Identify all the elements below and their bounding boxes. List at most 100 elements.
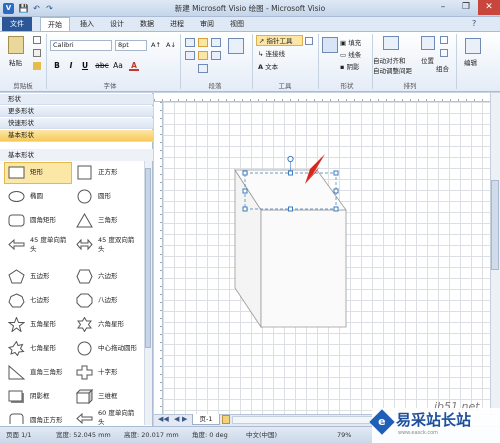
paste-icon[interactable] bbox=[8, 36, 24, 54]
redo-icon[interactable]: ↷ bbox=[44, 3, 55, 14]
stencil-shape-label: 七边形 bbox=[30, 296, 50, 304]
stencil-shape-right-triangle[interactable]: 直角三角形 bbox=[8, 362, 74, 383]
font-name-combo[interactable]: Calibri bbox=[50, 40, 112, 51]
line-button[interactable]: ▭ 线条 bbox=[340, 49, 361, 59]
auto-align-icon[interactable] bbox=[383, 36, 399, 50]
send-backward-icon[interactable] bbox=[440, 49, 448, 57]
stencil-shape-cross[interactable]: 十字形 bbox=[76, 362, 142, 383]
copy-icon[interactable] bbox=[33, 49, 41, 57]
stencil-shape-center-drag-circle[interactable]: 中心拖动圆形 bbox=[76, 338, 142, 359]
stencil-shape-rounded-square[interactable]: 圆角正方形 bbox=[8, 410, 74, 424]
status-zoom[interactable]: 79% bbox=[337, 427, 351, 443]
stencil-shape-7-star[interactable]: 七角星形 bbox=[8, 338, 74, 359]
page-nav-prev-icon[interactable]: ◀ bbox=[174, 415, 179, 423]
group-divider bbox=[46, 34, 47, 89]
stencil-shape-45-single-arrow[interactable]: 45 度单向箭头 bbox=[8, 234, 74, 255]
close-button[interactable]: ✕ bbox=[478, 0, 500, 15]
stencil-shape-label: 中心拖动圆形 bbox=[98, 344, 137, 352]
status-language: 中文(中国) bbox=[246, 431, 278, 439]
stencil-shape-shadow-box[interactable]: 阴影框 bbox=[8, 386, 74, 407]
underline-button[interactable]: U bbox=[80, 61, 90, 71]
stencil-shape-heptagon[interactable]: 七边形 bbox=[8, 290, 74, 311]
bold-button[interactable]: B bbox=[52, 61, 62, 71]
position-label[interactable]: 位置 bbox=[421, 55, 434, 65]
connector-button[interactable]: ↳ 连接线 bbox=[258, 48, 285, 58]
auto-align-label[interactable]: 自动对齐和 bbox=[373, 55, 406, 65]
shrink-font-icon[interactable]: A↓ bbox=[166, 41, 176, 49]
help-icon[interactable]: ? bbox=[472, 19, 476, 28]
tab-review[interactable]: 审阅 bbox=[194, 17, 220, 31]
text-direction-icon[interactable] bbox=[228, 38, 244, 54]
stencil-shape-label: 三角形 bbox=[98, 216, 118, 224]
stencil-shape-circle[interactable]: 圆形 bbox=[76, 186, 142, 207]
horizontal-scrollbar[interactable] bbox=[232, 416, 382, 424]
tab-view[interactable]: 视图 bbox=[224, 17, 250, 31]
stencil-shape-3d-box[interactable]: 三维框 bbox=[76, 386, 142, 407]
tab-home[interactable]: 开始 bbox=[40, 17, 70, 31]
group-button[interactable]: 组合 bbox=[436, 63, 449, 73]
page-nav-next-icon[interactable]: ▶ bbox=[182, 415, 187, 423]
stencil-shape-45-double-arrow[interactable]: 45 度双向箭头 bbox=[76, 234, 142, 255]
tab-data[interactable]: 数据 bbox=[134, 17, 160, 31]
align-center-icon[interactable] bbox=[198, 51, 208, 60]
page-tab[interactable]: 页-1 bbox=[192, 414, 220, 425]
format-painter-icon[interactable] bbox=[33, 62, 41, 70]
status-page[interactable]: 页面 1/1 bbox=[6, 427, 32, 443]
strikethrough-button[interactable]: abc bbox=[95, 61, 109, 71]
bullets-icon[interactable] bbox=[198, 64, 208, 73]
text-tool-button[interactable]: A 文本 bbox=[258, 61, 278, 71]
visio-app-icon[interactable]: V bbox=[3, 3, 14, 14]
font-size-combo[interactable]: 8pt bbox=[115, 40, 147, 51]
align-left-icon[interactable] bbox=[185, 51, 195, 60]
font-color-button[interactable]: A bbox=[129, 61, 139, 71]
fill-button[interactable]: ▣ 填充 bbox=[340, 37, 361, 47]
stencil-shape-6-star[interactable]: 六角星形 bbox=[76, 314, 142, 335]
align-bottom-icon[interactable] bbox=[211, 38, 221, 47]
stencil-shape-octagon[interactable]: 八边形 bbox=[76, 290, 142, 311]
insert-page-icon[interactable] bbox=[222, 415, 230, 424]
stencil-shape-square[interactable]: 正方形 bbox=[76, 162, 142, 183]
position-icon[interactable] bbox=[421, 36, 435, 50]
maximize-button[interactable]: ❐ bbox=[455, 0, 477, 15]
3d-box-shape[interactable] bbox=[234, 168, 347, 329]
align-top-icon[interactable] bbox=[185, 38, 195, 47]
pointer-tool-button[interactable]: ➚ 指针工具 bbox=[256, 35, 303, 46]
align-right-icon[interactable] bbox=[211, 51, 221, 60]
quick-styles-icon[interactable] bbox=[322, 37, 338, 53]
find-icon[interactable] bbox=[465, 38, 481, 54]
stencil-shape-5-star[interactable]: 五角星形 bbox=[8, 314, 74, 335]
quick-shapes-item[interactable]: 快速形状 bbox=[0, 118, 153, 129]
stencil-shape-60-single-arrow[interactable]: 60 度单向箭头 bbox=[76, 408, 142, 425]
line-icon: ▭ bbox=[340, 51, 347, 59]
page-nav-first-icon[interactable]: ◀◀ bbox=[158, 415, 169, 423]
stencil-shape-rounded-rectangle[interactable]: 圆角矩形 bbox=[8, 210, 74, 231]
case-icon[interactable]: Aa bbox=[113, 61, 123, 71]
tab-process[interactable]: 进程 bbox=[164, 17, 190, 31]
rectangle-tool-icon[interactable] bbox=[305, 37, 313, 45]
basic-shapes-item[interactable]: 基本形状 bbox=[0, 130, 153, 142]
paste-button-label[interactable]: 粘贴 bbox=[9, 57, 22, 67]
undo-icon[interactable]: ↶ bbox=[31, 3, 42, 14]
hexagon-icon bbox=[76, 269, 93, 284]
cut-icon[interactable] bbox=[33, 36, 41, 44]
italic-button[interactable]: I bbox=[66, 61, 76, 71]
shadow-button[interactable]: ▪ 阴影 bbox=[340, 61, 359, 71]
tab-file[interactable]: 文件 bbox=[2, 17, 32, 31]
grow-font-icon[interactable]: A↑ bbox=[151, 41, 161, 49]
stencil-shape-hexagon[interactable]: 六边形 bbox=[76, 266, 142, 287]
align-middle-icon[interactable] bbox=[198, 38, 208, 47]
bring-forward-icon[interactable] bbox=[440, 36, 448, 44]
stencil-shape-pentagon[interactable]: 五边形 bbox=[8, 266, 74, 287]
more-shapes-item[interactable]: 更多形状 bbox=[0, 106, 153, 117]
save-icon[interactable]: 💾 bbox=[18, 3, 29, 14]
vertical-scroll-thumb[interactable] bbox=[491, 180, 499, 270]
minimize-button[interactable]: – bbox=[432, 0, 454, 15]
auto-space-label[interactable]: 自动调整间距 bbox=[373, 65, 412, 75]
stencil-shape-rectangle[interactable]: 矩形 bbox=[8, 162, 74, 183]
stencil-scroll-thumb[interactable] bbox=[145, 168, 151, 348]
stencil-shape-triangle[interactable]: 三角形 bbox=[76, 210, 142, 231]
editing-button[interactable]: 编辑 bbox=[464, 57, 477, 67]
stencil-shape-ellipse[interactable]: 椭圆 bbox=[8, 186, 74, 207]
tab-design[interactable]: 设计 bbox=[104, 17, 130, 31]
tab-insert[interactable]: 插入 bbox=[74, 17, 100, 31]
